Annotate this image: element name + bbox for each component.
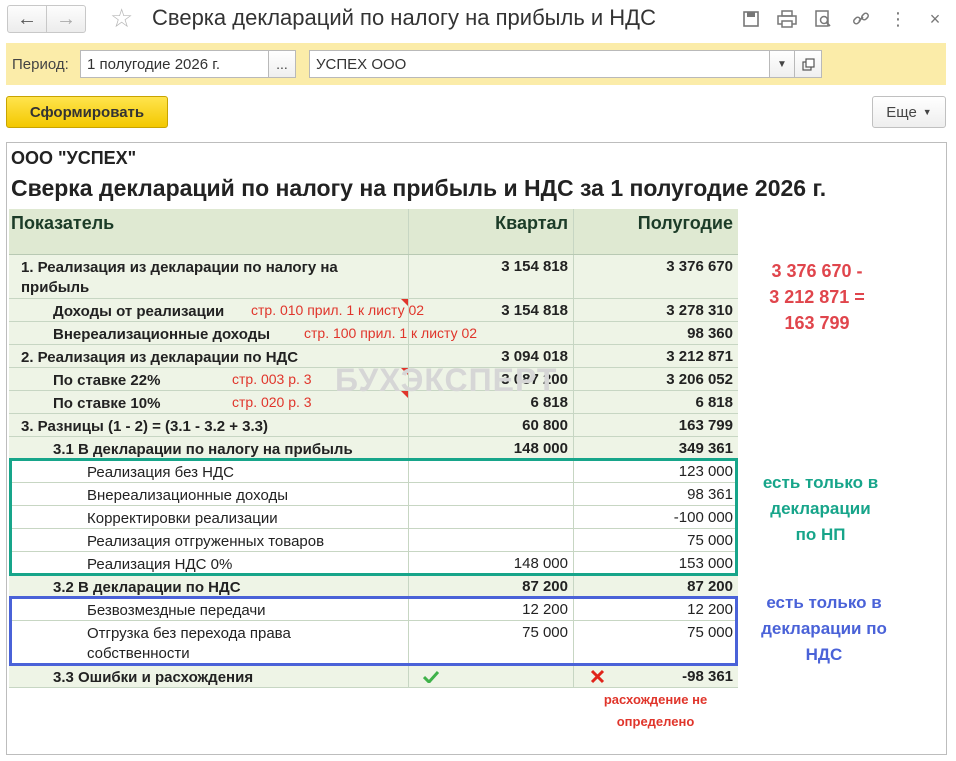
more-button-label: Еще	[886, 103, 917, 121]
back-button[interactable]: ←	[7, 5, 47, 33]
col-header-halfyear: Полугодие	[637, 213, 733, 233]
table-header: Показатель Квартал Полугодие	[9, 209, 738, 255]
table-row[interactable]: 3. Разницы (1 - 2) = (3.1 - 3.2 + 3.3) 6…	[9, 414, 738, 437]
only-nds-note: есть только в декларации по НДС	[761, 593, 887, 664]
table-row[interactable]: 3.2 В декларации по НДС 87 200 87 200	[9, 575, 738, 598]
organization-dropdown-button[interactable]: ▼	[769, 50, 795, 78]
window-title: Сверка деклараций по налогу на прибыль и…	[152, 5, 656, 30]
col-header-indicator: Показатель	[11, 213, 115, 233]
forward-button[interactable]: →	[46, 5, 86, 33]
favorite-star-icon[interactable]: ☆	[110, 3, 133, 34]
period-select-button[interactable]: ...	[268, 50, 296, 78]
error-cross-icon	[590, 669, 605, 684]
table-row[interactable]: Доходы от реализации стр. 010 прил. 1 к …	[9, 299, 738, 322]
calc-note: 3 376 670 - 3 212 871 = 163 799	[769, 261, 865, 333]
note-marker-icon	[401, 299, 408, 306]
table-row[interactable]: 1. Реализация из декларации по налогу на…	[9, 255, 738, 299]
row-note: стр. 020 р. 3	[232, 394, 312, 410]
table-row[interactable]: Отгрузка без перехода права собственност…	[9, 621, 738, 665]
only-np-note: есть только в декларации по НП	[762, 473, 879, 544]
chevron-down-icon: ▼	[777, 58, 787, 70]
table-row[interactable]: Реализация без НДС 123 000	[9, 460, 738, 483]
period-label: Период:	[12, 56, 69, 73]
link-icon[interactable]	[850, 8, 872, 30]
check-icon	[423, 670, 439, 683]
print-icon[interactable]	[776, 8, 798, 30]
title-bar: ← → ☆ Сверка деклараций по налогу на при…	[0, 0, 956, 40]
arrow-right-icon: →	[56, 7, 76, 30]
arrow-left-icon: ←	[17, 7, 37, 30]
table-row[interactable]: 3.1 В декларации по налогу на прибыль 14…	[9, 437, 738, 460]
row-note: стр. 010 прил. 1 к листу 02	[251, 302, 425, 318]
report-org: ООО "УСПЕХ"	[11, 148, 137, 168]
generate-button[interactable]: Сформировать	[6, 96, 168, 128]
not-defined-note: расхождение не определено	[603, 692, 708, 729]
report-title: Сверка деклараций по налогу на прибыль и…	[11, 175, 827, 201]
table-row[interactable]: Реализация НДС 0% 148 000 153 000	[9, 552, 738, 575]
save-icon[interactable]	[740, 8, 762, 30]
watermark: БУХЭКСПЕРТ	[335, 362, 558, 398]
table-row[interactable]: Безвозмездные передачи 12 200 12 200	[9, 598, 738, 621]
more-button[interactable]: Еще ▼	[872, 96, 946, 128]
preview-icon[interactable]	[812, 8, 834, 30]
table-row[interactable]: Внереализационные доходы 98 361	[9, 483, 738, 506]
table-row[interactable]: 3.3 Ошибки и расхождения -98 361	[9, 665, 738, 688]
period-input[interactable]: 1 полугодие 2026 г.	[80, 50, 269, 78]
more-vertical-icon[interactable]: ⋮	[887, 8, 909, 30]
close-icon[interactable]: ×	[924, 8, 946, 30]
col-header-quarter: Квартал	[495, 213, 568, 233]
table-row[interactable]: Реализация отгруженных товаров 75 000	[9, 529, 738, 552]
row-note: стр. 003 р. 3	[232, 371, 312, 387]
table-row[interactable]: Внереализационные доходы стр. 100 прил. …	[9, 322, 738, 345]
table-row[interactable]: Корректировки реализации -100 000	[9, 506, 738, 529]
organization-open-button[interactable]	[794, 50, 822, 78]
chevron-down-icon: ▼	[922, 107, 932, 117]
open-window-icon	[801, 57, 815, 71]
organization-input[interactable]: УСПЕХ ООО	[309, 50, 770, 78]
